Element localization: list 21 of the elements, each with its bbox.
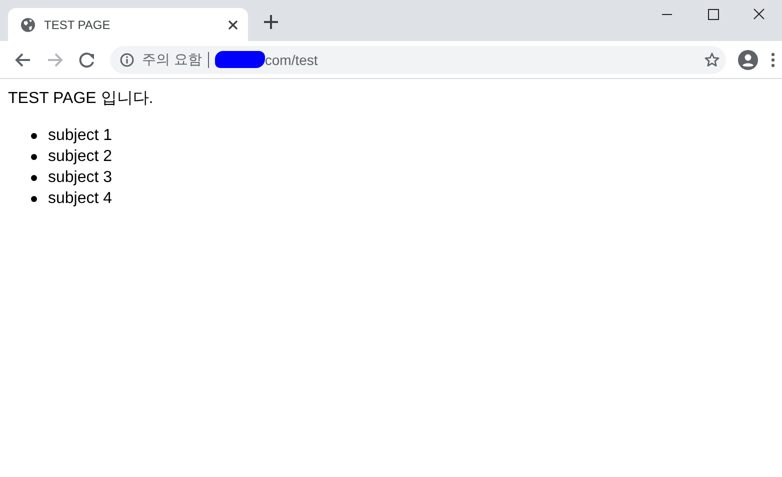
bullet-icon	[31, 174, 37, 180]
page-heading: TEST PAGE 입니다.	[8, 89, 154, 109]
info-icon[interactable]	[120, 52, 134, 66]
profile-icon[interactable]	[738, 50, 758, 70]
globe-icon	[20, 16, 36, 32]
list-item: subject 3	[48, 168, 112, 186]
bullet-icon	[31, 196, 37, 202]
bullet-icon	[31, 154, 37, 160]
list-item: subject 4	[48, 190, 112, 208]
url-text: com/test	[264, 52, 318, 68]
menu-icon[interactable]	[770, 52, 776, 68]
browser-tab[interactable]: TEST PAGE	[8, 8, 248, 41]
security-label: 주의 요함	[142, 50, 202, 68]
close-icon[interactable]	[228, 20, 238, 30]
bullet-icon	[31, 132, 37, 138]
address-bar[interactable]: 주의 요함 com/test	[110, 46, 726, 74]
star-icon[interactable]	[704, 52, 720, 68]
redaction-mark	[214, 51, 265, 68]
tab-title: TEST PAGE	[44, 18, 112, 32]
list-item: subject 2	[48, 148, 112, 166]
list-item: subject 1	[48, 126, 112, 144]
